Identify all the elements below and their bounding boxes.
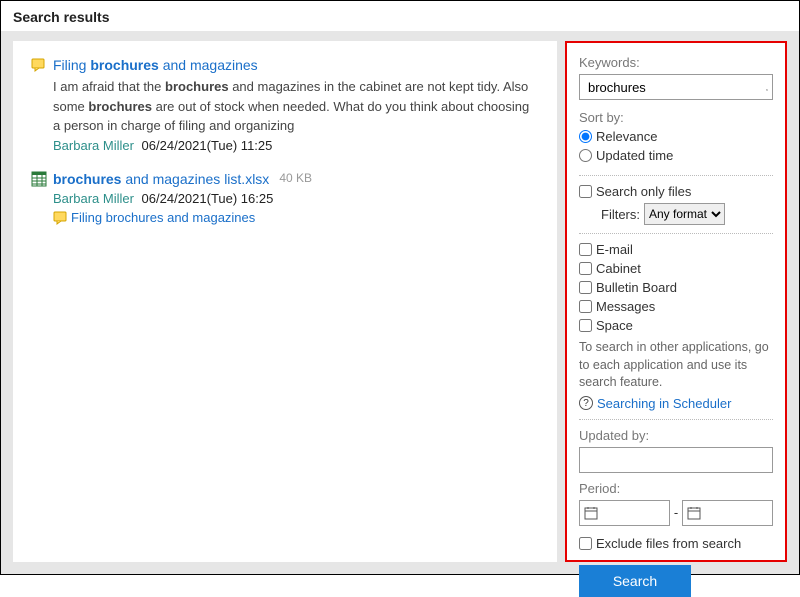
result-meta: Barbara Miller 06/24/2021(Tue) 11:25 — [53, 138, 539, 153]
app-space-checkbox[interactable]: Space — [579, 318, 773, 333]
period-label: Period: — [579, 481, 773, 496]
page-title: Search results — [1, 1, 799, 31]
period-end-input[interactable] — [682, 500, 773, 526]
result-author: Barbara Miller — [53, 138, 134, 153]
filters-label: Filters: — [601, 207, 640, 222]
sort-updated-radio[interactable]: Updated time — [579, 148, 673, 163]
app-bulletin-checkbox[interactable]: Bulletin Board — [579, 280, 773, 295]
sort-label: Sort by: — [579, 110, 773, 125]
result-snippet: I am afraid that the brochures and magaz… — [53, 77, 539, 136]
results-list: Filing brochures and magazines I am afra… — [13, 41, 557, 562]
exclude-files-checkbox[interactable]: Exclude files from search — [579, 536, 773, 551]
result-timestamp: 06/24/2021(Tue) 16:25 — [142, 191, 274, 206]
app-messages-checkbox[interactable]: Messages — [579, 299, 773, 314]
divider — [579, 175, 773, 176]
spreadsheet-icon — [31, 171, 47, 187]
keywords-input-wrap[interactable] — [579, 74, 773, 100]
divider — [579, 419, 773, 420]
result-meta: Barbara Miller 06/24/2021(Tue) 16:25 — [53, 191, 539, 206]
result-title-link[interactable]: brochures and magazines list.xlsx — [53, 171, 269, 187]
result-timestamp: 06/24/2021(Tue) 11:25 — [142, 138, 273, 153]
search-filters-panel: Keywords: Sort by: Relevance Update — [565, 41, 787, 562]
app-email-checkbox[interactable]: E-mail — [579, 242, 773, 257]
result-title-link[interactable]: Filing brochures and magazines — [53, 57, 258, 73]
calendar-icon — [687, 506, 701, 520]
format-select[interactable]: Any format — [644, 203, 725, 225]
period-separator: - — [674, 505, 678, 520]
search-icon[interactable] — [766, 79, 768, 95]
thread-icon — [31, 57, 47, 73]
help-icon: ? — [579, 396, 593, 410]
keywords-label: Keywords: — [579, 55, 773, 70]
result-author: Barbara Miller — [53, 191, 134, 206]
keywords-input[interactable] — [586, 76, 766, 98]
result-item: Filing brochures and magazines I am afra… — [31, 57, 539, 153]
updated-by-input[interactable] — [579, 447, 773, 473]
divider — [579, 233, 773, 234]
search-only-files-checkbox[interactable]: Search only files — [579, 184, 773, 199]
sort-relevance-radio[interactable]: Relevance — [579, 129, 657, 144]
calendar-icon — [584, 506, 598, 520]
thread-icon — [53, 210, 67, 224]
help-text: To search in other applications, go to e… — [579, 339, 773, 392]
period-start-input[interactable] — [579, 500, 670, 526]
file-size: 40 KB — [279, 171, 312, 185]
app-cabinet-checkbox[interactable]: Cabinet — [579, 261, 773, 276]
help-link[interactable]: Searching in Scheduler — [597, 396, 731, 411]
result-item: brochures and magazines list.xlsx 40 KB … — [31, 171, 539, 225]
updated-by-label: Updated by: — [579, 428, 773, 443]
search-button[interactable]: Search — [579, 565, 691, 597]
linked-thread-link[interactable]: Filing brochures and magazines — [71, 210, 255, 225]
